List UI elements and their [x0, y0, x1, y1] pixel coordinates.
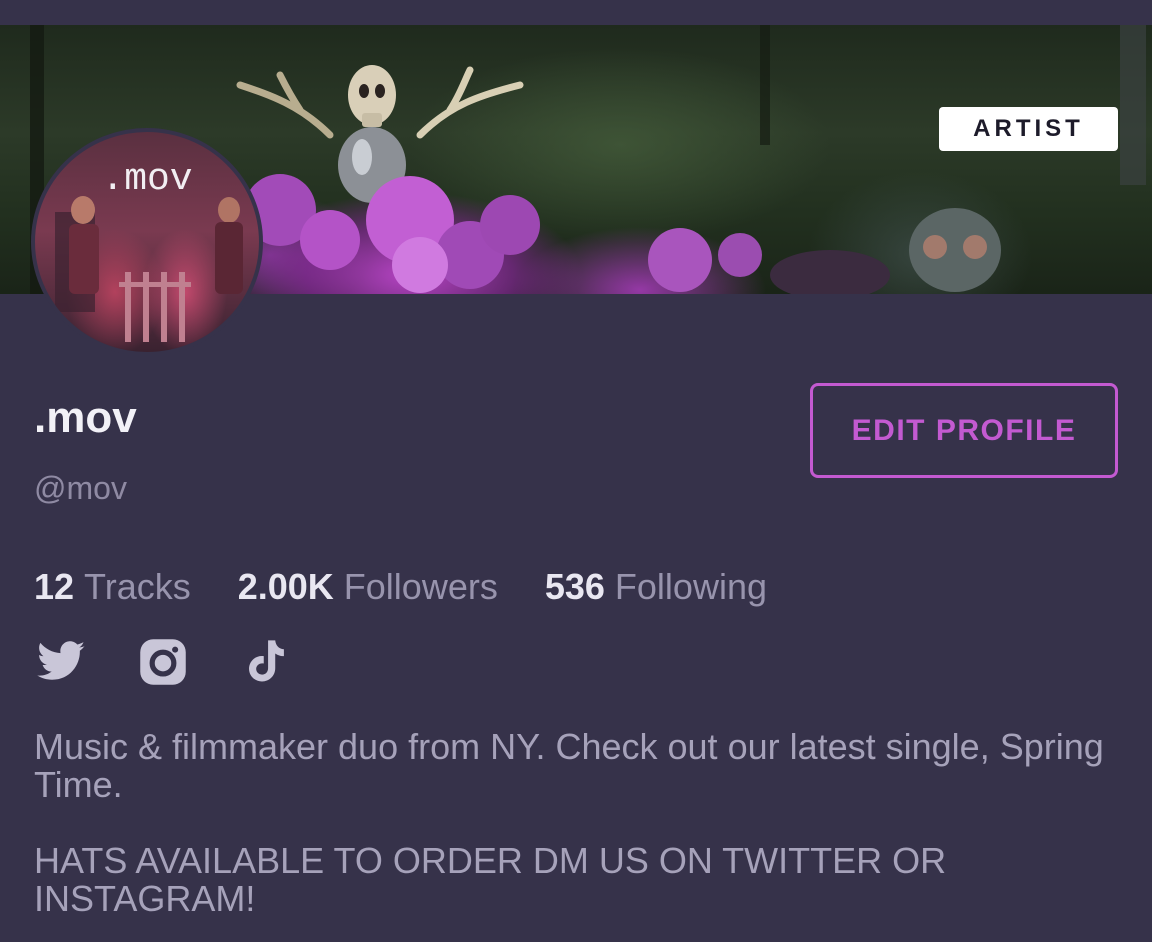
edit-profile-button[interactable]: EDIT PROFILE — [810, 383, 1118, 478]
tiktok-icon[interactable] — [240, 636, 294, 688]
stat-value: 2.00K — [237, 566, 334, 607]
stat-label: Tracks — [84, 566, 191, 607]
stat-followers[interactable]: 2.00K Followers — [238, 566, 498, 608]
display-name: .mov — [34, 393, 137, 442]
user-handle: @mov — [34, 470, 127, 506]
stat-following[interactable]: 536 Following — [545, 566, 767, 608]
twitter-icon[interactable] — [34, 636, 88, 688]
top-bar — [0, 0, 1152, 25]
stat-label: Followers — [343, 566, 498, 607]
instagram-icon[interactable] — [136, 636, 190, 688]
stat-value: 12 — [34, 566, 75, 607]
stat-tracks[interactable]: 12 Tracks — [34, 566, 191, 608]
profile-bio: Music & filmmaker duo from NY. Check out… — [34, 726, 1104, 919]
avatar[interactable]: .mov — [31, 128, 263, 356]
artist-badge: ARTIST — [939, 107, 1118, 151]
stat-label: Following — [614, 566, 767, 607]
avatar-text: .mov — [101, 158, 193, 201]
profile-stats: 12 Tracks 2.00K Followers 536 Following — [34, 566, 767, 608]
stat-value: 536 — [544, 566, 605, 607]
